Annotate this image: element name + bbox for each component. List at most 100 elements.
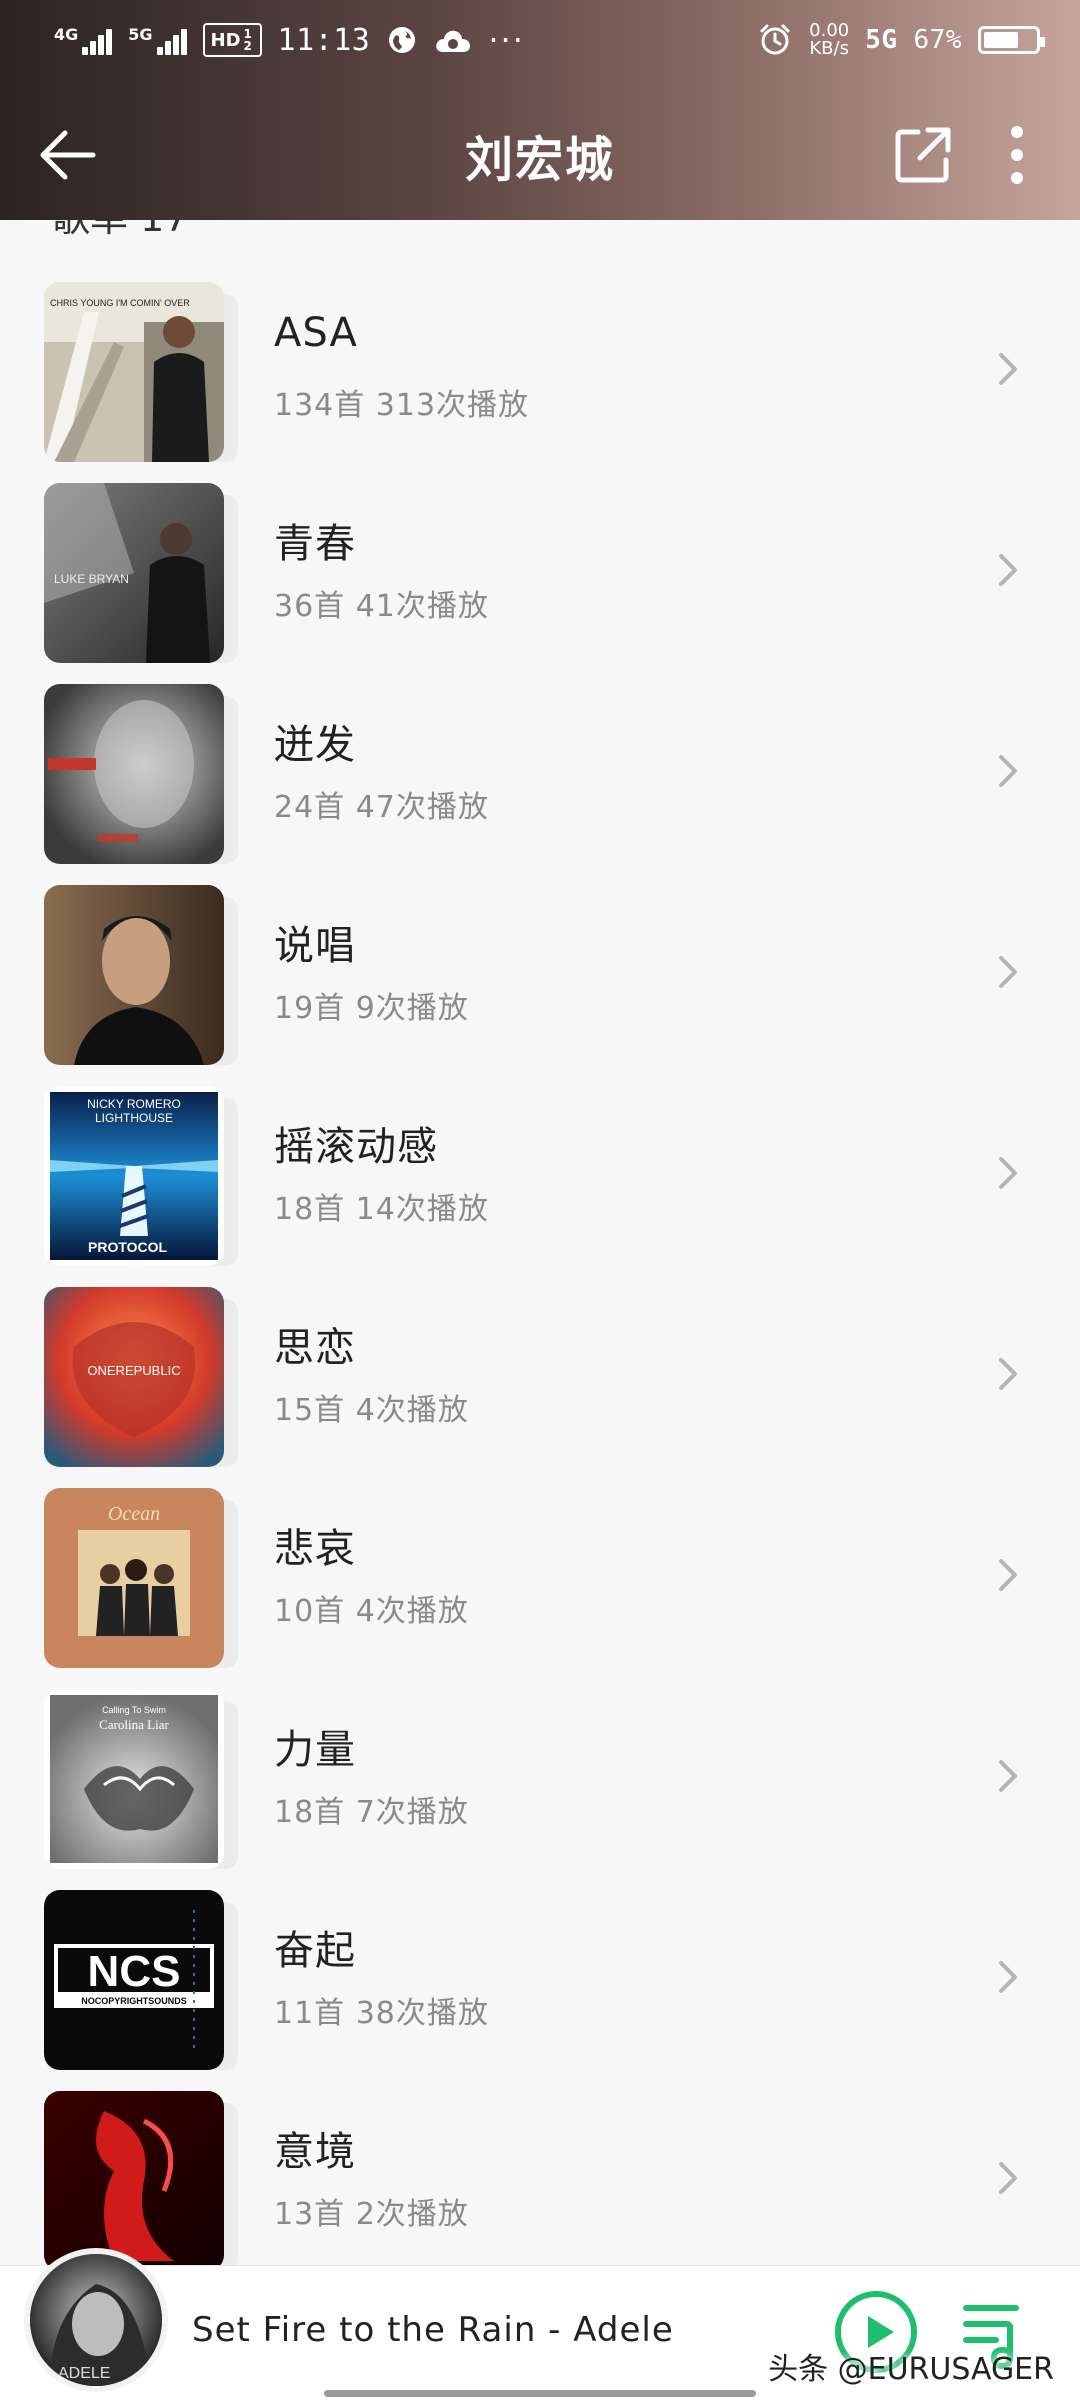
playlist-stats: 19首 9次播放 <box>274 991 469 1026</box>
cover-text: PROTOCOL <box>88 1239 168 1255</box>
playlist-stats: 18首 14次播放 <box>274 1192 489 1227</box>
cover-stack: NICKY ROMERO LIGHTHOUSE PROTOCOL <box>44 1086 238 1266</box>
cover-text: Carolina Liar <box>99 1717 169 1732</box>
signal-5g-icon: 5G <box>128 25 187 55</box>
section-header: 歌单 17 <box>52 220 188 238</box>
playlist-stats: 18首 7次播放 <box>274 1795 469 1830</box>
battery-percent: 67% <box>913 25 962 55</box>
status-right: 0.00 KB/s 5G 67% <box>757 0 1045 80</box>
cover-stack: LUKE BRYAN <box>44 483 238 663</box>
playlist-cover: LUKE BRYAN <box>44 483 224 663</box>
playlist-item[interactable]: ONEREPUBLIC 思恋 15首 4次播放 <box>0 1277 1080 1478</box>
globe-icon <box>389 27 416 53</box>
cover-text: LIGHTHOUSE <box>95 1111 173 1125</box>
status-bar: 4G 5G HD 1 2 11:13 ··· 0.00 KB/s 5G 67% <box>0 0 1080 80</box>
playlist-list: CHRIS YOUNG I'M COMIN' OVER ASA 134首 313… <box>0 272 1080 2265</box>
mini-player[interactable]: ADELE Set Fire to the Rain - Adele 头条 @E… <box>0 2254 1080 2401</box>
cover-stack: NCS NOCOPYRIGHTSOUNDS <box>44 1890 238 2070</box>
cloud-icon <box>436 30 471 52</box>
now-playing-album-art[interactable]: ADELE <box>30 2254 162 2386</box>
playlist-title: 奋起 <box>274 1928 356 1974</box>
playlist-title: 青春 <box>274 521 356 567</box>
signal-label: 4G <box>54 25 79 44</box>
playlist-stats: 11首 38次播放 <box>274 1996 489 2031</box>
more-button[interactable] <box>982 120 1052 190</box>
playlist-cover: NCS NOCOPYRIGHTSOUNDS <box>44 1890 224 2070</box>
playlist-title: 迸发 <box>274 722 356 768</box>
playlist-stats: 13首 2次播放 <box>274 2197 469 2232</box>
playlist-cover <box>44 684 224 864</box>
battery-icon <box>978 26 1045 54</box>
cover-text: NICKY ROMERO <box>87 1097 181 1111</box>
playlist-item[interactable]: Calling To Swim Carolina Liar 力量 18首 7次播… <box>0 1679 1080 1880</box>
chevron-right-icon <box>988 2158 1028 2198</box>
nav-bar: 刘宏城 <box>0 80 1080 220</box>
playlist-title: 思恋 <box>274 1325 356 1371</box>
chevron-right-icon <box>988 550 1028 590</box>
chevron-right-icon <box>988 1756 1028 1796</box>
header: 4G 5G HD 1 2 11:13 ··· 0.00 KB/s 5G 67% … <box>0 0 1080 220</box>
signal-label: 5G <box>128 25 153 44</box>
hd-sub: 1 2 <box>243 27 252 53</box>
home-indicator[interactable] <box>324 2390 756 2397</box>
cover-text: Calling To Swim <box>102 1705 166 1715</box>
alarm-icon <box>760 24 790 55</box>
cover-stack <box>44 684 238 864</box>
network-type: 5G <box>865 25 898 55</box>
cover-stack: Ocean <box>44 1488 238 1668</box>
playlist-item[interactable]: NCS NOCOPYRIGHTSOUNDS 奋起 11首 38次播放 <box>0 1880 1080 2081</box>
playlist-stats: 36首 41次播放 <box>274 589 489 624</box>
playlist-cover: Ocean <box>44 1488 224 1668</box>
network-speed: 0.00 KB/s <box>809 22 849 58</box>
cover-text: Ocean <box>108 1503 160 1525</box>
playlist-cover: ONEREPUBLIC <box>44 1287 224 1467</box>
hd-icon: HD 1 2 <box>202 23 262 57</box>
playlist-title: 力量 <box>274 1727 356 1773</box>
chevron-right-icon <box>988 349 1028 389</box>
playlist-title: 意境 <box>274 2129 356 2175</box>
playlist-item[interactable]: 意境 13首 2次播放 <box>0 2081 1080 2265</box>
chevron-right-icon <box>988 1957 1028 1997</box>
chevron-right-icon <box>988 1354 1028 1394</box>
playlist-title: ASA <box>274 310 358 356</box>
watermark: 头条 @EURUSAGER <box>768 2352 1054 2387</box>
playlist-cover <box>44 885 224 1065</box>
playlist-content[interactable]: 歌单 17 CHRIS YOUNG I'M COMIN' OVER <box>0 220 1080 2265</box>
chevron-right-icon <box>988 751 1028 791</box>
chevron-right-icon <box>988 952 1028 992</box>
playlist-item[interactable]: Ocean 悲哀 10首 4次播放 <box>0 1478 1080 1679</box>
share-button[interactable] <box>888 120 958 190</box>
cover-text: CHRIS YOUNG I'M COMIN' OVER <box>50 298 190 308</box>
playlist-title: 说唱 <box>274 923 356 969</box>
playlist-item[interactable]: CHRIS YOUNG I'M COMIN' OVER ASA 134首 313… <box>0 272 1080 473</box>
more-status-icon: ··· <box>488 21 525 59</box>
playlist-cover <box>44 2091 224 2265</box>
playlist-cover: CHRIS YOUNG I'M COMIN' OVER <box>44 282 224 462</box>
playlist-stats: 10首 4次播放 <box>274 1594 469 1629</box>
playlist-cover: NICKY ROMERO LIGHTHOUSE PROTOCOL <box>44 1086 224 1266</box>
cover-text: NCS <box>88 1947 181 1996</box>
cover-stack <box>44 2091 238 2265</box>
chevron-right-icon <box>988 1555 1028 1595</box>
chevron-right-icon <box>988 1153 1028 1193</box>
playlist-stats: 24首 47次播放 <box>274 790 489 825</box>
hd-label: HD <box>210 29 241 51</box>
more-vertical-icon <box>1011 126 1023 184</box>
battery-fill <box>984 32 1018 48</box>
playlist-title: 悲哀 <box>274 1526 356 1572</box>
playlist-item[interactable]: LUKE BRYAN 青春 36首 41次播放 <box>0 473 1080 674</box>
signal-4g-icon: 4G <box>54 25 113 55</box>
playlist-item[interactable]: 说唱 19首 9次播放 <box>0 875 1080 1076</box>
status-left: 4G 5G HD 1 2 11:13 ··· <box>54 0 525 80</box>
cover-text: ADELE <box>58 2365 110 2382</box>
playlist-item[interactable]: 迸发 24首 47次播放 <box>0 674 1080 875</box>
cover-stack: CHRIS YOUNG I'M COMIN' OVER <box>44 282 238 462</box>
now-playing-title[interactable]: Set Fire to the Rain - Adele <box>192 2310 674 2350</box>
cover-text: LUKE BRYAN <box>54 572 129 586</box>
playlist-title: 摇滚动感 <box>274 1124 438 1170</box>
network-speed-unit: KB/s <box>809 38 849 59</box>
playlist-cover: Calling To Swim Carolina Liar <box>44 1689 224 1869</box>
cover-text: ONEREPUBLIC <box>87 1363 180 1378</box>
playlist-item[interactable]: NICKY ROMERO LIGHTHOUSE PROTOCOL 摇滚动感 18… <box>0 1076 1080 1277</box>
playlist-stats: 134首 313次播放 <box>274 388 530 423</box>
